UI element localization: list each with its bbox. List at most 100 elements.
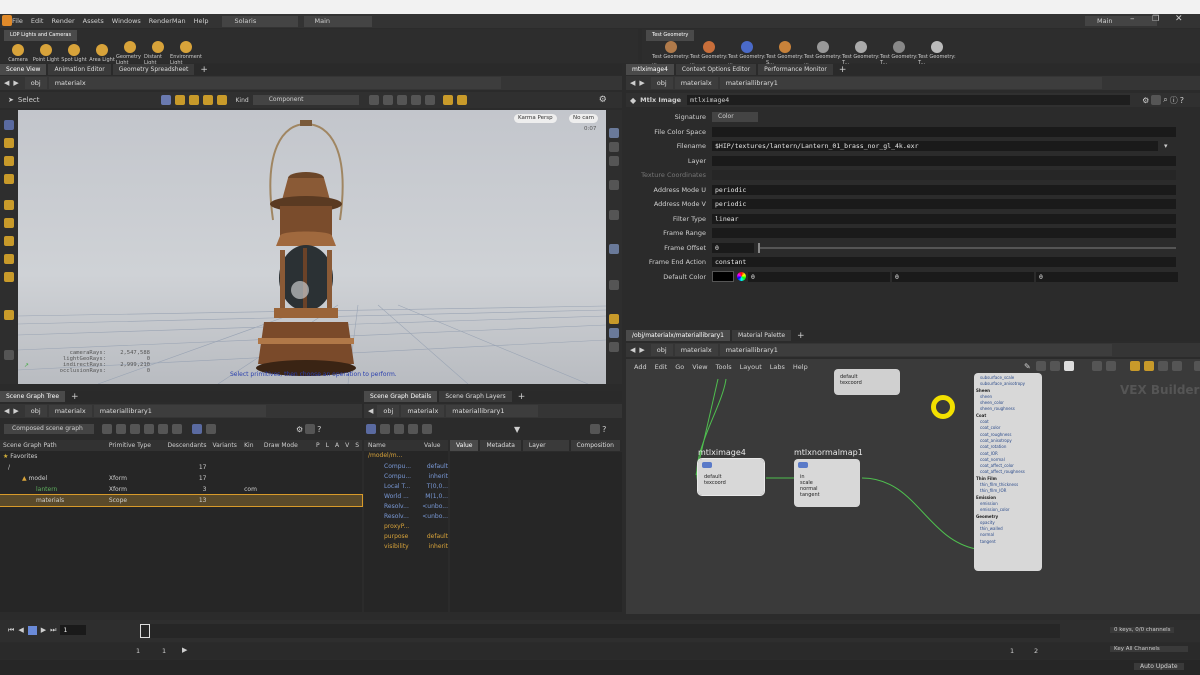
step-back-icon[interactable]: ◀ xyxy=(18,626,23,634)
test-geometry-tool-4[interactable]: Test Geometry: S... xyxy=(766,41,804,66)
tab-value[interactable]: Value xyxy=(450,440,479,451)
path-crumb-materiallibrary1[interactable]: materiallibrary1 xyxy=(719,77,1102,89)
details-tool-icon[interactable] xyxy=(394,424,404,434)
camera-menu-button[interactable]: Karma Persp xyxy=(514,114,557,123)
details-tool-icon[interactable] xyxy=(422,424,432,434)
frame-range-field[interactable] xyxy=(712,228,1176,239)
timeline-track[interactable] xyxy=(140,624,1060,638)
camera-tool-icon[interactable] xyxy=(4,272,14,282)
magnet-tool-icon[interactable] xyxy=(4,310,14,320)
no-cam-button[interactable]: No cam xyxy=(569,114,598,123)
gear-icon[interactable]: ⚙ xyxy=(599,95,607,105)
select-option-icon[interactable] xyxy=(217,95,228,105)
test-geometry-tool-1[interactable]: Test Geometry: ... xyxy=(652,41,690,66)
attribute-row[interactable]: Compu... inherit xyxy=(364,471,448,481)
menu-windows[interactable]: Windows xyxy=(108,17,145,25)
auto-update-button[interactable]: Auto Update xyxy=(1134,663,1184,670)
stop-icon[interactable] xyxy=(27,625,37,635)
filter-icon[interactable]: ▼ xyxy=(514,425,520,434)
filter-tool-icon[interactable] xyxy=(116,424,126,434)
viewer-tool-icon[interactable] xyxy=(382,95,393,105)
range-play-icon[interactable]: ▶ xyxy=(182,646,187,654)
display-option-icon[interactable] xyxy=(609,342,619,352)
viewer-tool-icon[interactable] xyxy=(424,95,435,105)
signature-select[interactable]: Color xyxy=(712,112,758,123)
camera-snapshot-icon[interactable] xyxy=(590,424,601,434)
forward-icon[interactable]: ▶ xyxy=(639,346,644,354)
jump-start-icon[interactable]: ⏮ xyxy=(8,626,14,635)
filter-tool-icon[interactable] xyxy=(144,424,154,434)
shelf-tab-lights[interactable]: LOP Lights and Cameras xyxy=(4,30,78,41)
node-name-field[interactable]: mtlximage4 xyxy=(687,95,1131,105)
tab-layer-stack[interactable]: Layer Stack xyxy=(522,440,569,460)
tab-scene-view[interactable]: Scene View xyxy=(0,64,47,75)
node-mtlximage4[interactable]: default texcoord xyxy=(697,458,765,496)
layer-field[interactable] xyxy=(712,155,1176,166)
attribute-row[interactable]: Local T... T(0,0... xyxy=(364,481,448,491)
test-geometry-tool-8[interactable]: Test Geometry: T... xyxy=(918,41,956,66)
right-desktop-select[interactable]: Main xyxy=(1085,16,1157,26)
path-crumb-obj[interactable]: obj xyxy=(377,405,400,417)
viewer-tool-icon[interactable] xyxy=(442,95,453,105)
default-color-b-field[interactable]: 0 xyxy=(1036,271,1178,282)
details-tool-icon[interactable] xyxy=(380,424,390,434)
range-start-field[interactable]: 1 xyxy=(136,647,140,655)
tab-scene-graph-tree[interactable]: Scene Graph Tree xyxy=(0,391,66,402)
filter-tool-icon[interactable] xyxy=(102,424,112,434)
environment-light-tool[interactable]: Environment Light xyxy=(170,41,202,66)
path-crumb-materiallibrary1[interactable]: materiallibrary1 xyxy=(446,405,539,417)
default-color-g-field[interactable]: 0 xyxy=(892,271,1034,282)
lantern-model[interactable] xyxy=(256,120,356,376)
table-row[interactable]: lantern Xform 3 com xyxy=(0,484,362,495)
close-icon[interactable]: ✕ xyxy=(1175,14,1183,24)
add-tab-icon[interactable]: + xyxy=(518,392,526,402)
camera-tool[interactable]: Camera xyxy=(4,44,32,63)
shelf-tab-test-geometry[interactable]: Test Geometry xyxy=(646,30,695,41)
file-color-space-field[interactable] xyxy=(712,126,1176,137)
attribute-row[interactable]: Compu... default xyxy=(364,461,448,471)
path-crumb-obj[interactable]: obj xyxy=(650,344,673,356)
default-color-r-field[interactable]: 0 xyxy=(748,271,890,282)
filter-tool-icon[interactable] xyxy=(130,424,140,434)
tab-metadata[interactable]: Metadata xyxy=(480,440,521,451)
path-crumb-obj[interactable]: obj xyxy=(650,77,673,89)
tab-material-palette[interactable]: Material Palette xyxy=(731,330,792,341)
path-crumb-materiallibrary1[interactable]: materiallibrary1 xyxy=(719,344,1112,356)
display-option-icon[interactable] xyxy=(609,244,619,254)
tab-scene-graph-layers[interactable]: Scene Graph Layers xyxy=(439,391,512,402)
add-tab-icon[interactable]: + xyxy=(839,65,847,75)
path-crumb-materialx[interactable]: materialx xyxy=(674,344,718,356)
tab-network-path[interactable]: /obj/materialx/materiallibrary1 xyxy=(626,330,730,341)
forward-icon[interactable]: ▶ xyxy=(639,79,644,87)
distant-light-tool[interactable]: Distant Light xyxy=(144,41,172,66)
color-swatch[interactable] xyxy=(712,271,734,283)
attribute-row[interactable]: World ... M(1,0... xyxy=(364,491,448,501)
test-geometry-tool-2[interactable]: Test Geometry: ... xyxy=(690,41,728,66)
menu-render[interactable]: Render xyxy=(47,17,78,25)
display-option-icon[interactable] xyxy=(609,328,619,338)
handle-tool-icon[interactable] xyxy=(4,200,14,210)
maximize-icon[interactable]: ❐ xyxy=(1152,14,1159,23)
menu-edit[interactable]: Edit xyxy=(27,17,48,25)
scene-graph-filter-select[interactable]: Composed scene graph xyxy=(4,424,94,434)
search-icon[interactable]: ⌕ xyxy=(1163,95,1167,105)
table-row[interactable]: ★ Favorites xyxy=(0,451,362,462)
tab-animation-editor[interactable]: Animation Editor xyxy=(48,64,111,75)
attribute-row[interactable]: visibility inherit xyxy=(364,541,448,551)
help-icon[interactable]: ? xyxy=(602,425,606,434)
viewer-tool-icon[interactable] xyxy=(410,95,421,105)
back-icon[interactable]: ◀ xyxy=(630,79,635,87)
filter-tool-icon[interactable] xyxy=(192,424,202,434)
viewer-tool-icon[interactable] xyxy=(396,95,407,105)
wedge-tool-icon[interactable] xyxy=(4,350,14,360)
info-icon[interactable]: ⓘ xyxy=(1170,95,1178,106)
select-option-icon[interactable] xyxy=(189,95,200,105)
area-light-tool[interactable]: Area Light xyxy=(88,44,116,63)
display-option-icon[interactable] xyxy=(609,314,619,324)
path-crumb-obj[interactable]: obj xyxy=(24,77,47,89)
back-icon[interactable]: ◀ xyxy=(4,79,9,87)
path-crumb-materialx[interactable]: materialx xyxy=(674,77,718,89)
add-tab-icon[interactable]: + xyxy=(200,65,208,75)
color-wheel-icon[interactable] xyxy=(737,272,746,282)
frame-end-action-field[interactable]: constant xyxy=(712,257,1176,268)
